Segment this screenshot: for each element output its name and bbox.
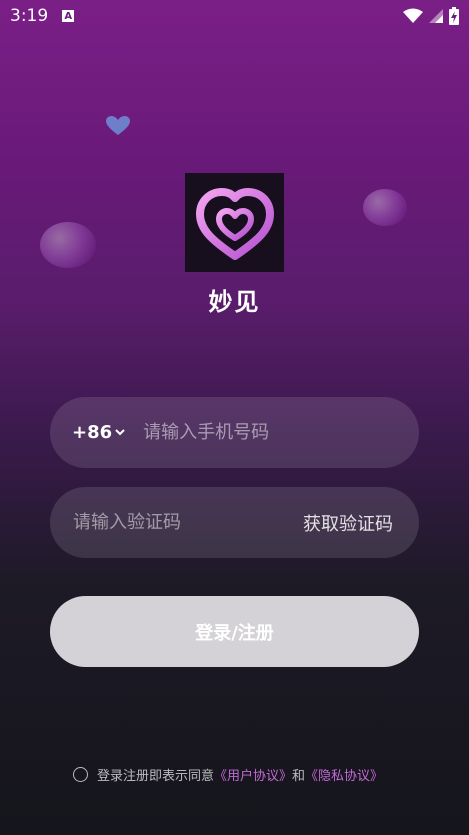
- status-bar: 3:19 A: [0, 0, 469, 32]
- signal-icon: [429, 9, 443, 23]
- decorative-bubble-left: [40, 222, 96, 268]
- verification-field: 获取验证码: [50, 487, 419, 558]
- heart-logo-icon: [195, 187, 274, 260]
- chevron-down-icon: [115, 429, 125, 436]
- get-code-button[interactable]: 获取验证码: [303, 510, 393, 536]
- verification-code-input[interactable]: [73, 512, 303, 533]
- privacy-agreement-link[interactable]: 《隐私协议》: [305, 769, 383, 784]
- app-logo: [185, 173, 284, 272]
- battery-icon: [449, 7, 459, 25]
- status-time: 3:19: [10, 6, 49, 26]
- agreement-prefix: 登录注册即表示同意: [97, 769, 215, 784]
- login-register-button[interactable]: 登录/注册: [50, 596, 419, 667]
- phone-field: +86: [50, 397, 419, 468]
- decorative-heart-icon: [106, 116, 130, 135]
- agreement-row: 登录注册即表示同意《用户协议》和《隐私协议》: [73, 765, 383, 784]
- decorative-bubble-right: [363, 189, 407, 226]
- agreement-checkbox[interactable]: [73, 767, 88, 782]
- status-left: 3:19 A: [10, 6, 75, 26]
- country-code-selector[interactable]: +86: [72, 422, 125, 443]
- phone-input[interactable]: [143, 422, 419, 443]
- agreement-and: 和: [292, 769, 306, 784]
- notification-a-icon: A: [62, 10, 75, 22]
- app-name: 妙见: [208, 288, 261, 316]
- agreement-text: 登录注册即表示同意《用户协议》和《隐私协议》: [97, 765, 383, 784]
- wifi-icon: [403, 8, 423, 23]
- user-agreement-link[interactable]: 《用户协议》: [214, 769, 292, 784]
- country-code-label: +86: [72, 422, 113, 443]
- status-right: [403, 7, 459, 25]
